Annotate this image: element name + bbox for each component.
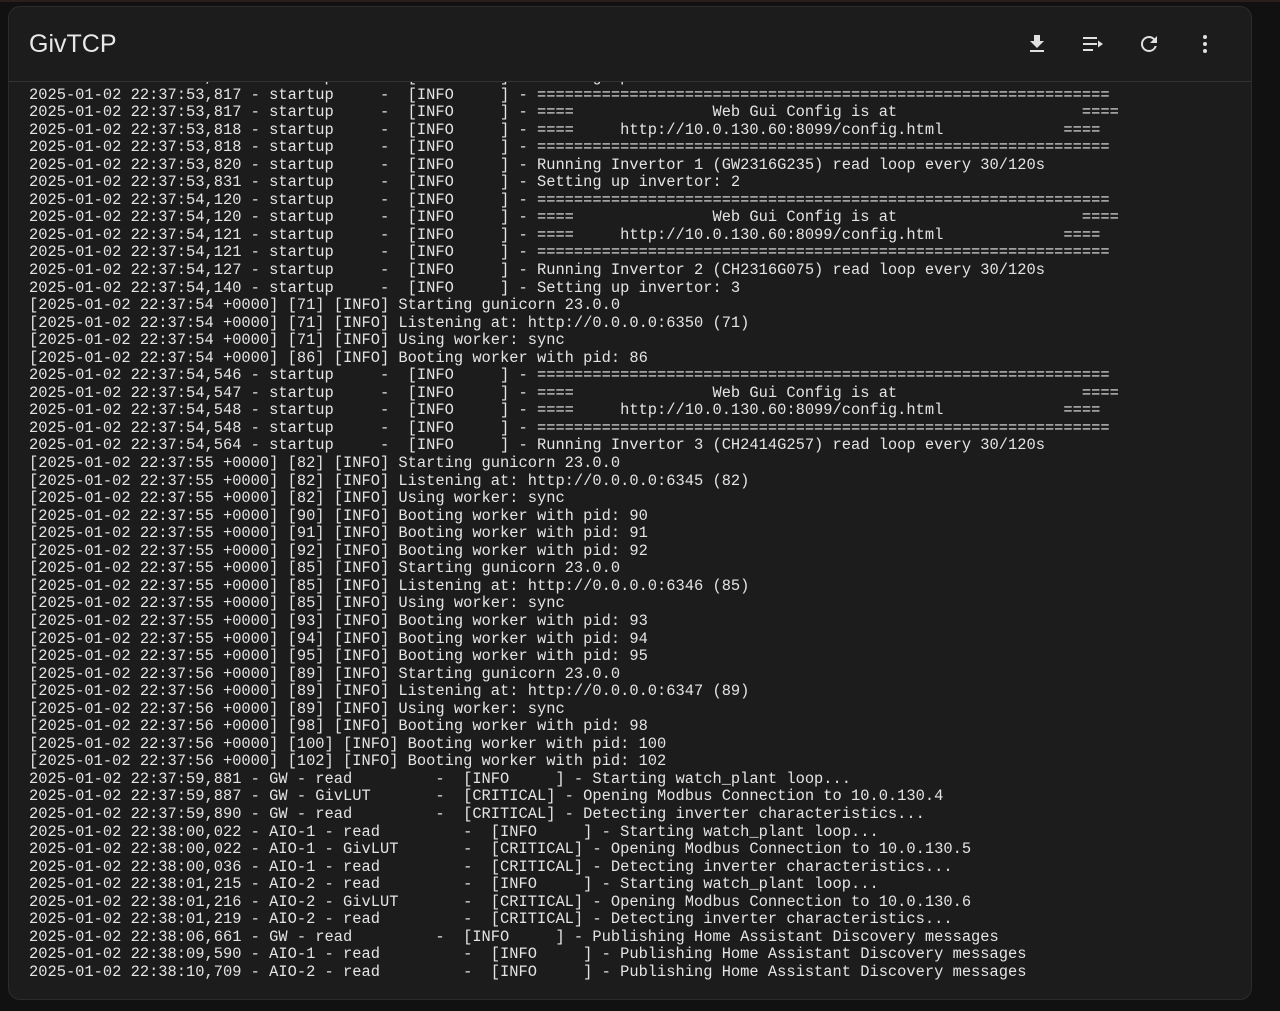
log-line: 2025-01-02 22:38:00,022 - AIO-1 - read -… <box>29 822 879 841</box>
log-line: [2025-01-02 22:37:56 +0000] [102] [INFO]… <box>29 752 667 771</box>
log-line: 2025-01-02 22:37:54,140 - startup - [INF… <box>29 278 741 297</box>
log-lines: 2025-01-02 22:37:53,698 - startup - [INF… <box>29 82 1119 981</box>
log-line: [2025-01-02 22:37:55 +0000] [93] [INFO] … <box>29 611 648 630</box>
log-line: [2025-01-02 22:37:54 +0000] [86] [INFO] … <box>29 348 648 367</box>
log-line: [2025-01-02 22:37:54 +0000] [71] [INFO] … <box>29 331 565 350</box>
log-line: 2025-01-02 22:37:54,121 - startup - [INF… <box>29 225 1101 244</box>
log-line: 2025-01-02 22:37:53,818 - startup - [INF… <box>29 120 1101 139</box>
log-line: [2025-01-02 22:37:54 +0000] [71] [INFO] … <box>29 296 621 315</box>
more-vertical-icon <box>1203 35 1207 53</box>
log-line: 2025-01-02 22:37:54,548 - startup - [INF… <box>29 401 1101 420</box>
log-line: 2025-01-02 22:37:53,817 - startup - [INF… <box>29 103 1119 122</box>
log-line: [2025-01-02 22:37:55 +0000] [82] [INFO] … <box>29 489 565 508</box>
more-options-button[interactable] <box>1188 27 1222 61</box>
log-line: 2025-01-02 22:37:54,120 - startup - [INF… <box>29 208 1119 227</box>
card-header: GivTCP <box>9 7 1251 82</box>
log-line: [2025-01-02 22:37:55 +0000] [91] [INFO] … <box>29 524 648 543</box>
log-line: 2025-01-02 22:37:53,820 - startup - [INF… <box>29 155 1045 174</box>
log-line: 2025-01-02 22:38:06,661 - GW - read - [I… <box>29 927 999 946</box>
log-line: [2025-01-02 22:37:55 +0000] [82] [INFO] … <box>29 454 621 473</box>
log-line: [2025-01-02 22:37:56 +0000] [89] [INFO] … <box>29 664 621 683</box>
log-line: 2025-01-02 22:37:54,127 - startup - [INF… <box>29 261 1045 280</box>
page-top-strip <box>0 0 1280 2</box>
log-line: [2025-01-02 22:37:55 +0000] [85] [INFO] … <box>29 594 565 613</box>
log-line: 2025-01-02 22:38:00,022 - AIO-1 - GivLUT… <box>29 840 972 859</box>
log-line: [2025-01-02 22:37:56 +0000] [89] [INFO] … <box>29 682 750 701</box>
refresh-icon <box>1141 36 1157 52</box>
log-line: 2025-01-02 22:38:09,590 - AIO-1 - read -… <box>29 945 1027 964</box>
wrap-lines-button[interactable] <box>1076 27 1110 61</box>
log-line: 2025-01-02 22:37:54,546 - startup - [INF… <box>29 366 1110 385</box>
log-line: 2025-01-02 22:38:01,216 - AIO-2 - GivLUT… <box>29 892 972 911</box>
log-line: [2025-01-02 22:37:56 +0000] [89] [INFO] … <box>29 699 565 718</box>
log-line: 2025-01-02 22:37:54,121 - startup - [INF… <box>29 243 1110 262</box>
log-card: GivTCP 2025-01-02 22:37:53,817 - startup… <box>8 6 1252 1000</box>
log-line: 2025-01-02 22:38:10,709 - AIO-2 - read -… <box>29 962 1027 981</box>
log-line: 2025-01-02 22:37:59,890 - GW - read - [C… <box>29 804 925 823</box>
log-line: 2025-01-02 22:38:01,219 - AIO-2 - read -… <box>29 910 953 929</box>
log-line: 2025-01-02 22:37:53,818 - startup - [INF… <box>29 138 1110 157</box>
log-line: 2025-01-02 22:37:53,817 - startup - [INF… <box>29 85 1110 104</box>
log-line: [2025-01-02 22:37:55 +0000] [85] [INFO] … <box>29 576 750 595</box>
log-line: [2025-01-02 22:37:56 +0000] [98] [INFO] … <box>29 717 648 736</box>
page-title: GivTCP <box>29 30 117 58</box>
log-line: [2025-01-02 22:37:55 +0000] [82] [INFO] … <box>29 471 750 490</box>
wrap-lines-icon <box>1083 37 1103 51</box>
log-line: 2025-01-02 22:37:59,881 - GW - read - [I… <box>29 769 851 788</box>
log-line: [2025-01-02 22:37:55 +0000] [85] [INFO] … <box>29 559 621 578</box>
log-line: [2025-01-02 22:37:55 +0000] [94] [INFO] … <box>29 629 648 648</box>
log-line: 2025-01-02 22:38:00,036 - AIO-1 - read -… <box>29 857 953 876</box>
log-line: 2025-01-02 22:37:54,548 - startup - [INF… <box>29 418 1110 437</box>
download-icon <box>1030 35 1044 52</box>
log-output[interactable]: 2025-01-02 22:37:53,698 - startup - [INF… <box>29 82 1239 994</box>
download-button[interactable] <box>1020 27 1054 61</box>
log-line: 2025-01-02 22:37:54,547 - startup - [INF… <box>29 383 1119 402</box>
log-line: [2025-01-02 22:37:55 +0000] [95] [INFO] … <box>29 647 648 666</box>
log-line: [2025-01-02 22:37:55 +0000] [92] [INFO] … <box>29 541 648 560</box>
refresh-button[interactable] <box>1132 27 1166 61</box>
log-line: [2025-01-02 22:37:54 +0000] [71] [INFO] … <box>29 313 750 332</box>
log-line: 2025-01-02 22:38:01,215 - AIO-2 - read -… <box>29 875 879 894</box>
log-line: [2025-01-02 22:37:56 +0000] [100] [INFO]… <box>29 734 667 753</box>
log-line: 2025-01-02 22:37:54,120 - startup - [INF… <box>29 190 1110 209</box>
log-line: 2025-01-02 22:37:59,887 - GW - GivLUT - … <box>29 787 944 806</box>
log-line: [2025-01-02 22:37:55 +0000] [90] [INFO] … <box>29 506 648 525</box>
log-line: 2025-01-02 22:37:54,564 - startup - [INF… <box>29 436 1045 455</box>
log-line: 2025-01-02 22:37:53,831 - startup - [INF… <box>29 173 741 192</box>
